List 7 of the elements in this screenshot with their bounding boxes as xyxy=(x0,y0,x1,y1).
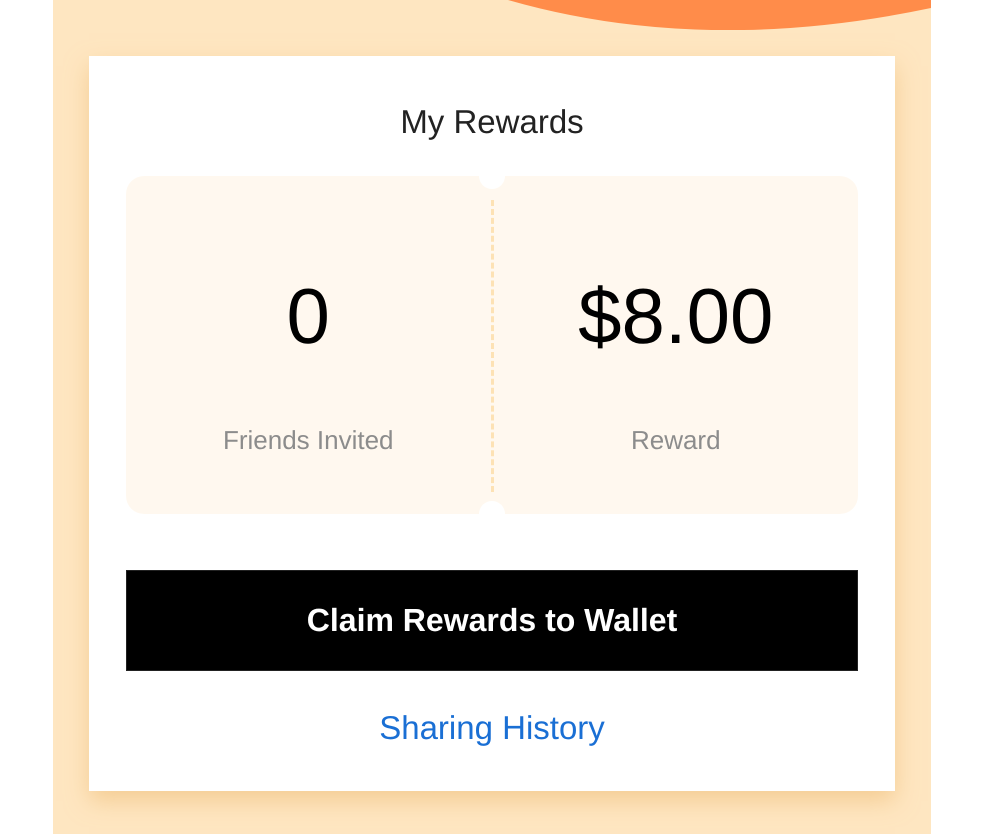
stat-value: 0 xyxy=(286,276,330,355)
history-link[interactable]: Sharing History xyxy=(379,708,605,748)
stat-label: Reward xyxy=(630,424,721,456)
claim-button[interactable]: Claim Rewards to Wallet xyxy=(126,570,858,671)
rewards-title: My Rewards xyxy=(399,102,585,142)
stat-value: $8.00 xyxy=(578,276,774,355)
stat-label: Friends Invited xyxy=(222,424,394,456)
